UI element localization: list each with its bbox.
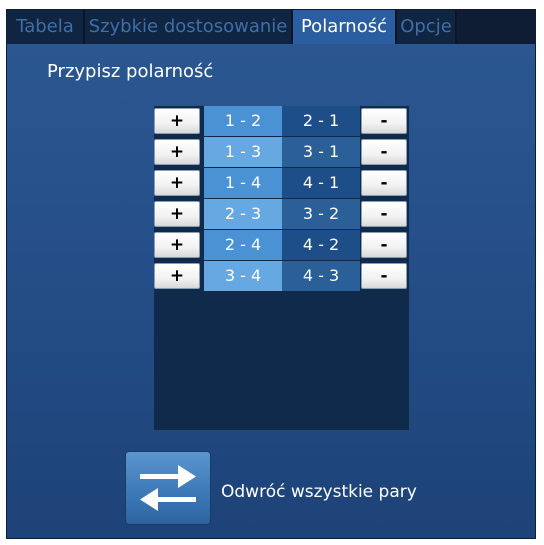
forward-pair-cell[interactable]: 1 - 3 xyxy=(204,137,282,167)
minus-button[interactable]: - xyxy=(361,201,407,227)
pair-row: + 1 - 2 2 - 1 - xyxy=(154,106,409,136)
plus-button[interactable]: + xyxy=(154,232,200,258)
tab-bar: Tabela Szybkie dostosowanie Polarność Op… xyxy=(7,10,535,44)
page-title: Przypisz polarność xyxy=(47,61,214,82)
tab-tabela[interactable]: Tabela xyxy=(7,10,85,44)
forward-pair-cell[interactable]: 1 - 4 xyxy=(204,168,282,198)
pair-row: + 2 - 3 3 - 2 - xyxy=(154,199,409,229)
plus-button[interactable]: + xyxy=(154,201,200,227)
reverse-pair-cell[interactable]: 4 - 3 xyxy=(282,261,360,291)
minus-button[interactable]: - xyxy=(361,232,407,258)
reverse-pair-cell[interactable]: 2 - 1 xyxy=(282,106,360,136)
minus-button[interactable]: - xyxy=(361,108,407,134)
swap-all-pairs-label: Odwróć wszystkie pary xyxy=(221,482,417,502)
minus-button[interactable]: - xyxy=(361,139,407,165)
tab-polarnosc[interactable]: Polarność xyxy=(293,10,397,44)
pair-row: + 3 - 4 4 - 3 - xyxy=(154,261,409,291)
plus-button[interactable]: + xyxy=(154,139,200,165)
forward-pair-cell[interactable]: 3 - 4 xyxy=(204,261,282,291)
forward-pair-cell[interactable]: 1 - 2 xyxy=(204,106,282,136)
plus-button[interactable]: + xyxy=(154,263,200,289)
reverse-pair-cell[interactable]: 4 - 1 xyxy=(282,168,360,198)
pair-row: + 2 - 4 4 - 2 - xyxy=(154,230,409,260)
reverse-pair-cell[interactable]: 3 - 2 xyxy=(282,199,360,229)
minus-button[interactable]: - xyxy=(361,170,407,196)
pair-row: + 1 - 4 4 - 1 - xyxy=(154,168,409,198)
tab-szybkie-dostosowanie[interactable]: Szybkie dostosowanie xyxy=(85,10,293,44)
reverse-pair-cell[interactable]: 4 - 2 xyxy=(282,230,360,260)
plus-button[interactable]: + xyxy=(154,108,200,134)
swap-arrows-icon xyxy=(140,465,196,511)
minus-button[interactable]: - xyxy=(361,263,407,289)
plus-button[interactable]: + xyxy=(154,170,200,196)
reverse-pair-cell[interactable]: 3 - 1 xyxy=(282,137,360,167)
swap-all-pairs-button[interactable] xyxy=(125,451,211,525)
pairs-table: + 1 - 2 2 - 1 - + 1 - 3 3 - 1 - + 1 - 4 … xyxy=(154,106,409,430)
polarity-panel: Tabela Szybkie dostosowanie Polarność Op… xyxy=(6,9,536,539)
pair-row: + 1 - 3 3 - 1 - xyxy=(154,137,409,167)
tab-opcje[interactable]: Opcje xyxy=(397,10,457,44)
forward-pair-cell[interactable]: 2 - 3 xyxy=(204,199,282,229)
forward-pair-cell[interactable]: 2 - 4 xyxy=(204,230,282,260)
